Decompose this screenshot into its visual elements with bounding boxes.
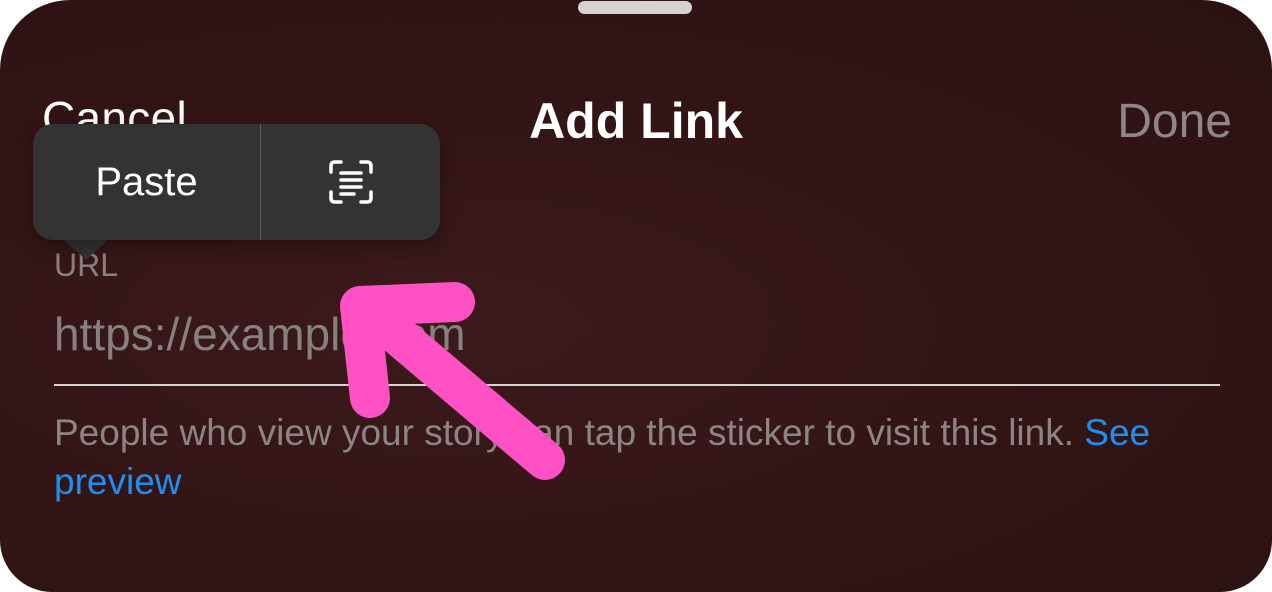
sheet-grabber[interactable] xyxy=(578,1,692,14)
helper-description: People who view your story can tap the s… xyxy=(54,412,1074,453)
scan-text-button[interactable] xyxy=(261,124,440,240)
context-menu: Paste xyxy=(33,124,440,240)
scan-text-icon xyxy=(328,160,373,204)
context-menu-tail xyxy=(62,238,110,260)
url-field-underline xyxy=(54,384,1220,386)
url-input[interactable] xyxy=(54,302,1220,366)
done-button[interactable]: Done xyxy=(1117,92,1232,152)
helper-text: People who view your story can tap the s… xyxy=(54,408,1224,506)
add-link-sheet: Cancel Add Link Done URL People who view… xyxy=(0,0,1272,592)
paste-button[interactable]: Paste xyxy=(33,124,260,240)
